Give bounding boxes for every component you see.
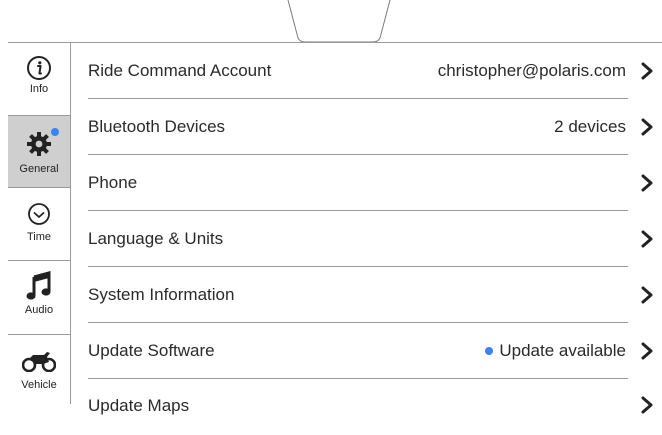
list-item-ride-command-account[interactable]: Ride Command Account christopher@polaris… [88,43,662,99]
chevron-right-icon [641,62,653,80]
row-value: Update available [499,341,626,360]
sidebar-item-label: Info [29,83,49,95]
sidebar-item-info[interactable]: Info [8,43,70,116]
list-item-system-information[interactable]: System Information [88,267,662,323]
row-label: Language & Units [88,229,224,248]
row-label: Update Maps [88,396,190,415]
settings-sidebar: Info General Time Audio Vehicle [8,43,71,404]
row-label: System Information [88,285,235,304]
sidebar-item-label: Time [26,231,52,243]
info-icon [25,55,53,81]
sidebar-item-label: General [19,163,59,175]
sidebar-item-time[interactable]: Time [8,188,70,261]
top-tab-area [0,0,662,44]
row-value: christopher@polaris.com [437,61,626,80]
update-status: Update available [485,341,626,361]
row-label: Phone [88,173,138,192]
sidebar-item-label: Vehicle [21,379,57,391]
chevron-right-icon [641,286,653,304]
pull-tab-handle[interactable] [0,0,662,44]
sidebar-item-general[interactable]: General [8,116,70,188]
list-item-update-maps[interactable]: Update Maps [88,379,662,435]
list-item-phone[interactable]: Phone [88,155,662,211]
motorcycle-icon [22,349,56,373]
sidebar-item-label: Audio [24,304,54,316]
list-item-bluetooth-devices[interactable]: Bluetooth Devices 2 devices [88,99,662,155]
list-item-update-software[interactable]: Update Software Update available [88,323,662,379]
chevron-right-icon [641,396,653,414]
gear-icon [19,128,59,157]
row-label: Update Software [88,341,215,360]
update-available-dot [485,346,494,355]
clock-icon [25,202,53,226]
chevron-right-icon [641,118,653,136]
notification-badge [51,128,59,136]
sidebar-item-vehicle[interactable]: Vehicle [8,335,70,404]
row-label: Ride Command Account [88,61,272,80]
row-value: 2 devices [554,117,626,136]
chevron-right-icon [641,174,653,192]
sidebar-item-audio[interactable]: Audio [8,261,70,335]
list-item-language-units[interactable]: Language & Units [88,211,662,267]
row-label: Bluetooth Devices [88,117,226,136]
music-note-icon [25,271,53,301]
chevron-right-icon [641,342,653,360]
chevron-right-icon [641,230,653,248]
